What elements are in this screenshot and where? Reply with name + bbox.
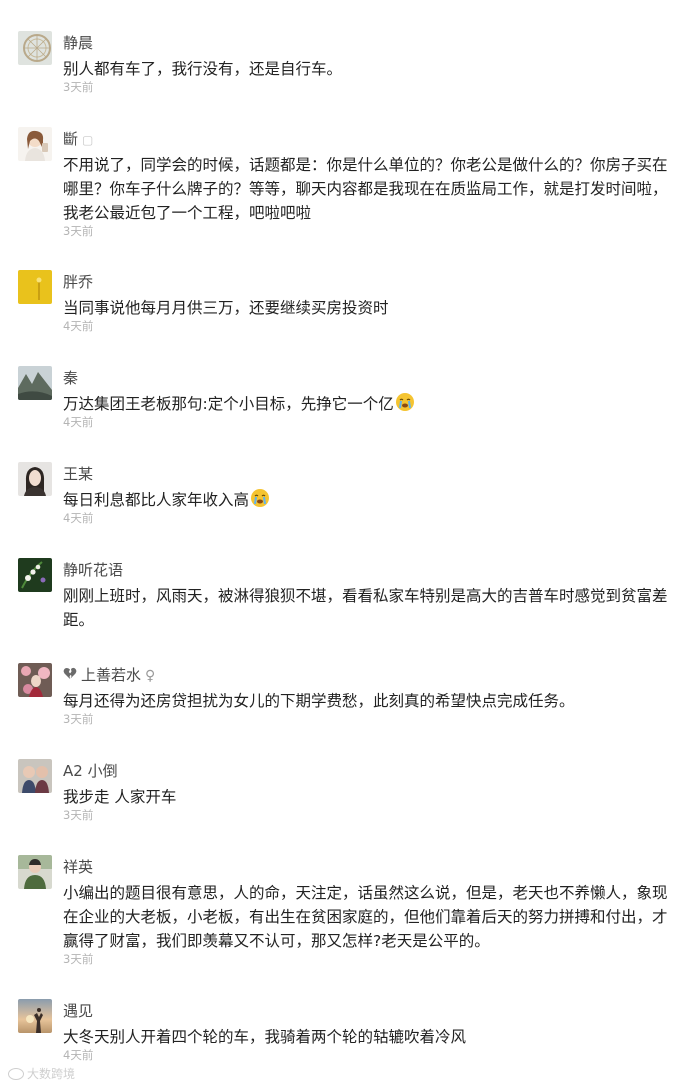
woman-portrait-avatar[interactable] — [18, 462, 52, 496]
watermark: 大数跨境 — [8, 1066, 75, 1082]
comment-text: 每日利息都比人家年收入高 — [63, 488, 675, 515]
broken-heart-icon — [63, 666, 77, 684]
comment-text: 当同事说他每月月供三万，还要继续买房投资时 — [63, 299, 389, 317]
watermark-logo-icon — [8, 1068, 24, 1080]
female-gender-icon: ♀ — [145, 668, 156, 684]
commenter-name-text[interactable]: 上善若水 — [81, 666, 141, 684]
comment-text: 小编出的题目很有意思，人的命，天注定，话虽然这么说，但是，老天也不养懒人，象现在… — [63, 884, 668, 950]
comment-text: 刚刚上班时，风雨天，被淋得狼狈不堪，看看私家车特别是高大的吉普车时感觉到贫富差距… — [63, 587, 668, 629]
comment-text-body: 每日利息都比人家年收入高 — [63, 491, 250, 509]
comment-text: 大冬天别人开着四个轮的车，我骑着两个轮的轱辘吹着冷风 — [63, 1028, 467, 1046]
commenter-name-text[interactable]: 斷 — [63, 130, 78, 148]
lily-flower-avatar[interactable] — [18, 558, 52, 592]
ferris-wheel-avatar[interactable] — [18, 31, 52, 65]
comment-text: 每月还得为还房贷担扰为女儿的下期学费愁，此刻真的希望快点完成任务。 — [63, 692, 575, 710]
crying-face-emoji — [395, 392, 415, 419]
commenter-name[interactable]: 斷 ▢ — [63, 129, 93, 150]
commenter-name[interactable]: 祥英 — [63, 857, 93, 877]
comment-time: 4天前 — [63, 415, 94, 429]
comment-time: 4天前 — [63, 1048, 94, 1062]
comment-time: 3天前 — [63, 224, 94, 238]
yellow-flower-avatar[interactable] — [18, 270, 52, 304]
comment-text: 万达集团王老板那句:定个小目标，先挣它一个亿 — [63, 392, 675, 419]
two-kids-avatar[interactable] — [18, 759, 52, 793]
commenter-name[interactable]: 秦 — [63, 368, 78, 388]
sunset-silhouette-avatar[interactable] — [18, 999, 52, 1033]
commenter-name[interactable]: 上善若水 ♀ — [63, 665, 155, 686]
comment-time: 3天前 — [63, 712, 94, 726]
crying-face-emoji — [250, 488, 270, 515]
commenter-name[interactable]: 遇见 — [63, 1001, 93, 1021]
comment-time: 3天前 — [63, 80, 94, 94]
comment-text: 我步走 人家开车 — [63, 788, 177, 806]
girl-cartoon-avatar[interactable] — [18, 127, 52, 161]
commenter-name[interactable]: 王某 — [63, 464, 93, 484]
commenter-name[interactable]: 胖乔 — [63, 272, 93, 292]
person-green-avatar[interactable] — [18, 855, 52, 889]
comment-text: 别人都有车了，我行没有，还是自行车。 — [63, 60, 343, 78]
comment-time: 3天前 — [63, 952, 94, 966]
comment-time: 3天前 — [63, 808, 94, 822]
watermark-text: 大数跨境 — [27, 1067, 76, 1081]
user-badge-icon: ▢ — [82, 133, 94, 147]
commenter-name[interactable]: 静晨 — [63, 33, 93, 53]
comment-text-body: 万达集团王老板那句:定个小目标，先挣它一个亿 — [63, 395, 394, 413]
comment-time: 4天前 — [63, 319, 94, 333]
landscape-avatar[interactable] — [18, 366, 52, 400]
commenter-name[interactable]: 静听花语 — [63, 560, 123, 580]
commenter-name[interactable]: A2 小倒 — [63, 761, 118, 781]
comment-time: 4天前 — [63, 511, 94, 525]
pink-blossom-avatar[interactable] — [18, 663, 52, 697]
comment-text: 不用说了，同学会的时候，话题都是：你是什么单位的？你老公是做什么的？你房子买在哪… — [63, 156, 668, 222]
